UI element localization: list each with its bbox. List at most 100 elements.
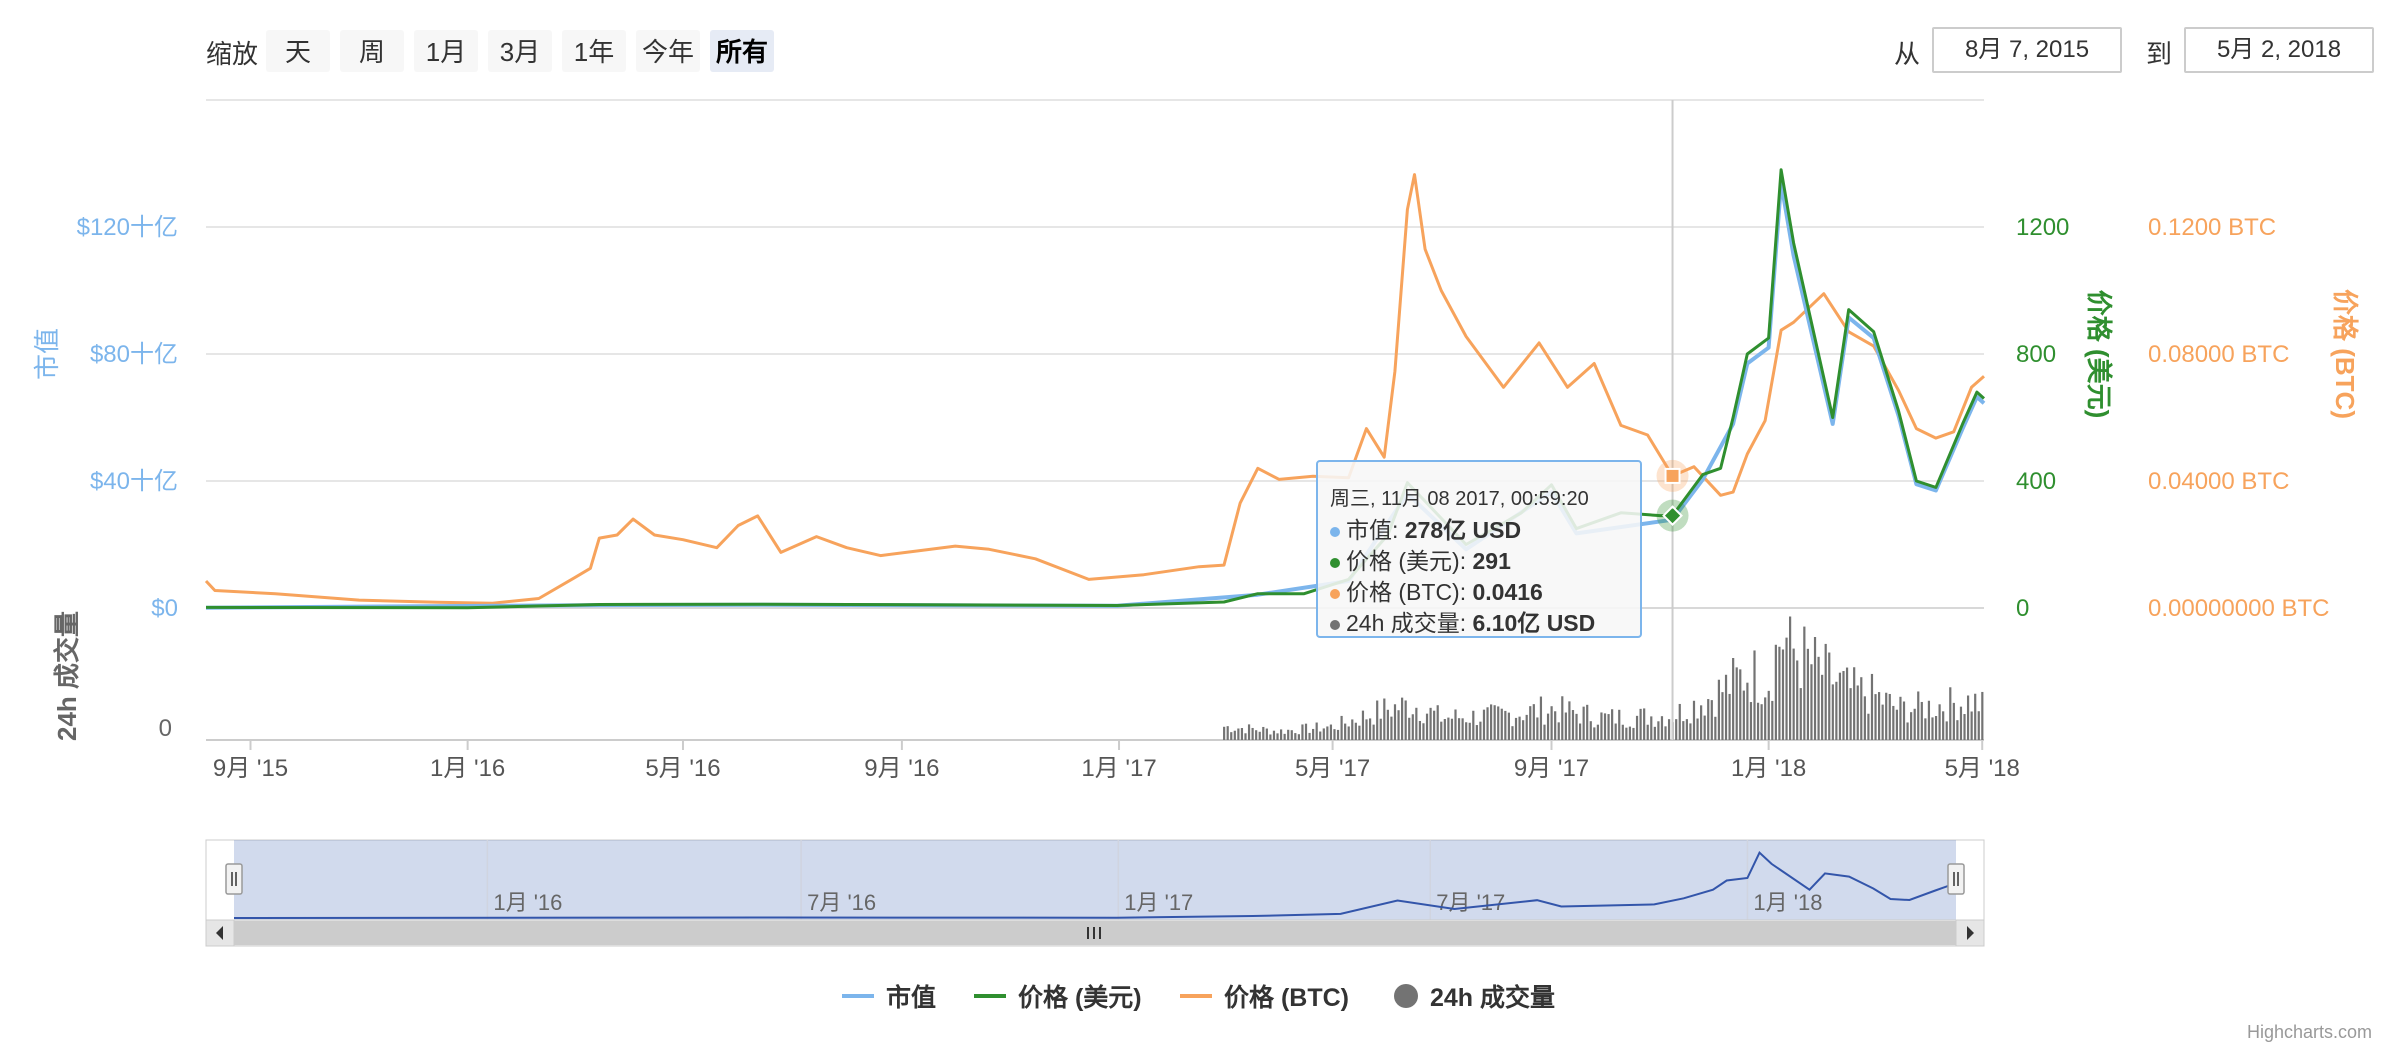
volume-bar (1831, 684, 1834, 740)
chart-canvas: $0 $40十亿 $80十亿 $120十亿 0 400 800 1200 0.00000000 … (32, 99, 2360, 947)
chart-widget: 缩放 天 周 1月 3月 1年 今年 所有 从 8月 7, 2015 到 5月 … (0, 0, 2388, 1044)
volume-bar (1981, 691, 1984, 740)
volume-bar (1696, 718, 1699, 740)
volume-bar (1703, 715, 1706, 740)
volume-bar (1913, 708, 1916, 740)
volume-bar (1870, 673, 1874, 740)
volume-bar (1767, 690, 1770, 740)
volume-tick-label: 0 (159, 715, 172, 742)
volume-bar (1368, 718, 1372, 740)
volume-bar (1240, 728, 1244, 740)
navigator-tick-label: 1月 '18 (1753, 890, 1822, 915)
volume-bar (1675, 719, 1678, 740)
tooltip-row-price-usd: 价格 (美元): 291 (1330, 546, 1628, 577)
price-usd-tick-label: 0 (2016, 595, 2029, 622)
volume-bar (1806, 648, 1810, 740)
volume-bar (1845, 667, 1849, 740)
volume-bar (1778, 646, 1781, 740)
x-tick-label: 1月 '18 (1731, 755, 1806, 782)
volume-bar (1934, 716, 1938, 740)
volume-bar (1749, 702, 1753, 740)
volume-bar (1885, 692, 1888, 740)
volume-bar (1810, 664, 1813, 740)
volume-bar (1817, 656, 1820, 740)
volume-bar (1408, 717, 1411, 740)
volume-bar (1874, 694, 1877, 740)
volume-bar (1376, 700, 1379, 740)
volume-bar (1272, 730, 1276, 740)
volume-bar (1621, 724, 1624, 740)
volume-bar (1329, 724, 1333, 740)
tooltip-value: 0.0416 (1472, 579, 1543, 605)
market-cap-tick-label: $40十亿 (90, 468, 178, 495)
legend-item-price-btc[interactable]: 价格 (BTC) (1180, 978, 1349, 1014)
volume-bar (1262, 726, 1265, 740)
volume-bar (1554, 711, 1557, 740)
market-cap-axis-title: 市值 (32, 328, 62, 380)
volume-bar (1781, 649, 1785, 740)
volume-bar (1539, 696, 1543, 740)
volume-bar (1461, 718, 1464, 740)
volume-bar (1575, 713, 1578, 740)
market-cap-line-icon (842, 994, 874, 998)
navigator-tick-label: 7月 '16 (807, 890, 876, 915)
volume-bar (1700, 705, 1703, 740)
volume-bar (1625, 727, 1628, 740)
volume-bar (1639, 708, 1642, 740)
volume-bar (1742, 690, 1745, 740)
volume-bar (1764, 697, 1767, 740)
volume-bar (1315, 722, 1318, 740)
tooltip-row-price-btc: 价格 (BTC): 0.0416 (1330, 577, 1628, 608)
volume-bar (1942, 711, 1945, 740)
market-cap-tick-label: $80十亿 (90, 341, 178, 368)
volume-bar (1511, 726, 1514, 740)
navigator-tick-label: 7月 '17 (1436, 890, 1505, 915)
volume-bar (1796, 660, 1799, 740)
volume-bar (1724, 674, 1728, 740)
volume-bar (1974, 693, 1977, 740)
tooltip-label: 24h 成交量 (1346, 610, 1460, 636)
market-cap-tick-label: $0 (151, 595, 178, 622)
x-tick-label: 1月 '16 (430, 755, 505, 782)
volume-bar (1799, 688, 1802, 740)
volume-bar (1507, 712, 1510, 740)
volume-bar (1354, 722, 1357, 740)
volume-bar (1425, 713, 1429, 740)
legend-item-price-usd[interactable]: 价格 (美元) (974, 978, 1142, 1014)
volume-bar (1650, 716, 1653, 740)
navigator-left-handle[interactable] (225, 863, 243, 895)
volume-bar (1230, 732, 1233, 740)
legend-item-market-cap[interactable]: 市值 (842, 978, 936, 1014)
volume-bar (1828, 652, 1831, 740)
volume-bar (1411, 714, 1414, 740)
price-btc-hover-marker (1664, 467, 1681, 484)
volume-bar (1895, 709, 1898, 740)
volume-bar (1493, 705, 1496, 740)
volume-bar (1504, 710, 1507, 740)
volume-bar (1966, 695, 1970, 740)
volume-bar (1660, 716, 1664, 740)
volume-bar (1372, 724, 1375, 740)
tooltip-value: 278亿 USD (1404, 517, 1522, 543)
volume-bar (1646, 724, 1649, 740)
volume-bar (1223, 726, 1226, 740)
volume-bar (1454, 709, 1457, 740)
volume-bar (1336, 729, 1340, 740)
tooltip-label: 价格 (BTC) (1346, 579, 1460, 605)
volume-bar (1486, 707, 1489, 740)
price-usd-tick-label: 1200 (2016, 214, 2069, 241)
volume-bar (1785, 637, 1788, 740)
volume-bar (1557, 722, 1560, 740)
volume-bar (1578, 723, 1582, 740)
legend-item-volume[interactable]: 24h 成交量 (1394, 978, 1555, 1014)
credits-link[interactable]: Highcharts.com (2247, 1022, 2372, 1043)
volume-bar (1472, 710, 1475, 740)
volume-bar (1450, 718, 1454, 740)
volume-bar (1657, 721, 1660, 740)
navigator-right-handle[interactable] (1947, 863, 1965, 895)
volume-bar (1803, 626, 1806, 740)
volume-bar (1518, 716, 1521, 740)
tooltip-label: 价格 (美元) (1346, 548, 1460, 574)
volume-bar (1347, 726, 1350, 740)
volume-bar (1297, 734, 1300, 740)
